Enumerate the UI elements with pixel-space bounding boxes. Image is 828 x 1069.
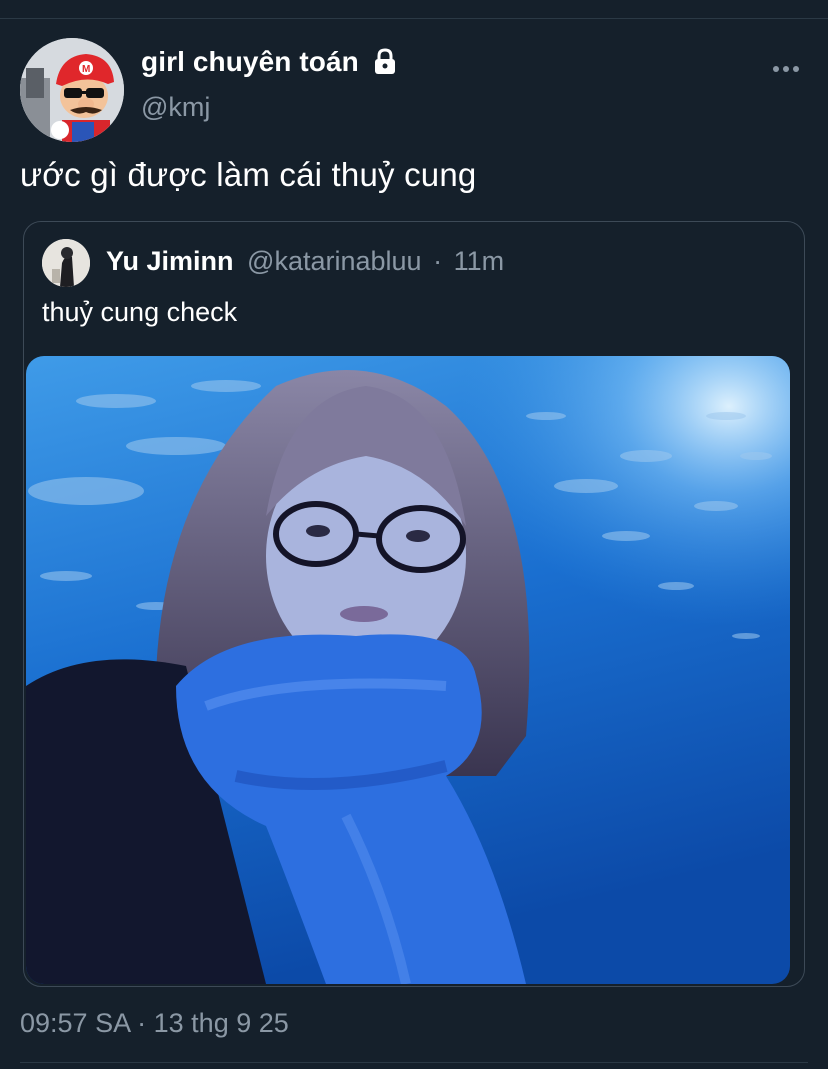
bottom-divider — [20, 1062, 808, 1063]
author-avatar[interactable]: M — [20, 38, 124, 142]
quote-media-photo[interactable] — [26, 356, 790, 984]
tweet-text: ước gì được làm cái thuỷ cung — [20, 156, 477, 193]
tweet-meta: 09:57 SA · 13 thg 9 25 — [20, 1008, 289, 1039]
tweet-detail-view: M girl chuyên toán @kmj ước gì được làm … — [0, 0, 828, 1069]
tweet-time[interactable]: 09:57 SA — [20, 1008, 130, 1038]
quote-separator: · — [433, 246, 443, 276]
quoted-tweet-card[interactable]: Yu Jiminn @katarinabluu · 11m thuỷ cung … — [23, 221, 805, 987]
more-icon[interactable] — [772, 62, 800, 76]
quote-author-name[interactable]: Yu Jiminn — [106, 246, 234, 276]
aquarium-photo — [26, 356, 790, 984]
svg-text:M: M — [82, 64, 90, 75]
author-name-text: girl chuyên toán — [141, 46, 359, 77]
author-avatar-image: M — [20, 38, 124, 142]
tweet-date[interactable]: 13 thg 9 25 — [154, 1008, 289, 1038]
quote-time: 11m — [453, 246, 505, 276]
meta-separator: · — [137, 1008, 147, 1038]
top-divider — [0, 18, 828, 19]
quote-text: thuỷ cung check — [42, 297, 238, 327]
author-handle[interactable]: @kmj — [141, 92, 210, 123]
lock-icon — [374, 48, 395, 74]
quote-header: Yu Jiminn @katarinabluu · 11m — [106, 246, 504, 277]
quote-author-avatar[interactable] — [42, 239, 90, 287]
quote-avatar-image — [42, 239, 90, 287]
author-display-name[interactable]: girl chuyên toán — [141, 46, 397, 78]
quote-author-handle[interactable]: @katarinabluu — [247, 246, 422, 276]
